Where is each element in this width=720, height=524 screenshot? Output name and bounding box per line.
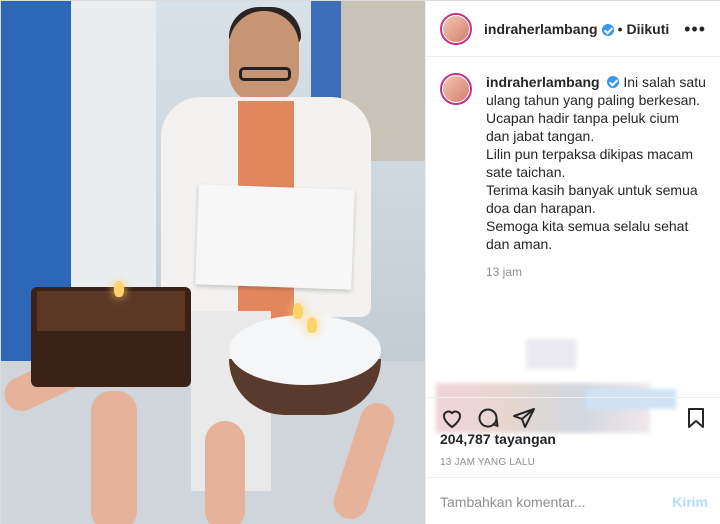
- bookmark-icon[interactable]: [684, 406, 708, 430]
- post-panel: indraherlambang • Diikuti ••• indraherla…: [425, 1, 720, 524]
- cake-top-cream: [229, 315, 381, 385]
- arm-left-2: [91, 391, 137, 524]
- separator-dot: •: [617, 20, 623, 37]
- avatar[interactable]: [440, 12, 472, 45]
- follow-status-button[interactable]: Diikuti: [627, 21, 670, 37]
- heart-icon[interactable]: [440, 406, 464, 430]
- candle-flame-3: [307, 317, 317, 333]
- person-head: [229, 11, 299, 103]
- views-count[interactable]: 204,787 tayangan: [440, 431, 556, 447]
- comment-input[interactable]: [440, 493, 673, 510]
- glasses: [239, 67, 291, 81]
- caption-line-2: Ucapan hadir tanpa peluk cium dan jabat …: [486, 110, 680, 144]
- comment-icon[interactable]: [476, 406, 500, 430]
- caption-time[interactable]: 13 jam: [486, 265, 708, 279]
- more-icon[interactable]: •••: [684, 19, 706, 40]
- cake-top-chocolate: [37, 291, 185, 331]
- verified-badge-icon: [607, 76, 620, 88]
- arm-right: [205, 421, 245, 524]
- candle-flame: [114, 281, 124, 297]
- comment-bar: Kirim: [426, 477, 720, 524]
- caption-text: indraherlambang Ini salah satu ulang tah…: [486, 73, 706, 253]
- caption-avatar[interactable]: [440, 73, 472, 105]
- post-image[interactable]: [1, 1, 425, 524]
- caption-line-4: Terima kasih banyak untuk semua doa dan …: [486, 182, 698, 216]
- black-forest-cake: [31, 287, 191, 387]
- post-date: 13 JAM YANG LALU: [440, 457, 536, 468]
- share-icon[interactable]: [512, 406, 536, 430]
- caption-section: indraherlambang Ini salah satu ulang tah…: [426, 57, 720, 433]
- header-username[interactable]: indraherlambang: [484, 21, 598, 37]
- caption-line-5: Semoga kita semua selalu sehat dan aman.: [486, 218, 689, 252]
- caption-username[interactable]: indraherlambang: [486, 74, 600, 90]
- caption-line-3: Lilin pun terpaksa dikipas macam sate ta…: [486, 146, 693, 180]
- candle-flame-2: [293, 303, 303, 319]
- paper-sheet: [195, 184, 355, 290]
- oreo-cake: [229, 309, 381, 415]
- caption-row: indraherlambang Ini salah satu ulang tah…: [440, 73, 708, 253]
- post-comment-button[interactable]: Kirim: [672, 494, 708, 510]
- instagram-post-frame: indraherlambang • Diikuti ••• indraherla…: [0, 0, 720, 524]
- post-header: indraherlambang • Diikuti •••: [426, 1, 720, 57]
- blurred-comment-1: [526, 339, 576, 369]
- verified-badge-icon: [601, 23, 614, 36]
